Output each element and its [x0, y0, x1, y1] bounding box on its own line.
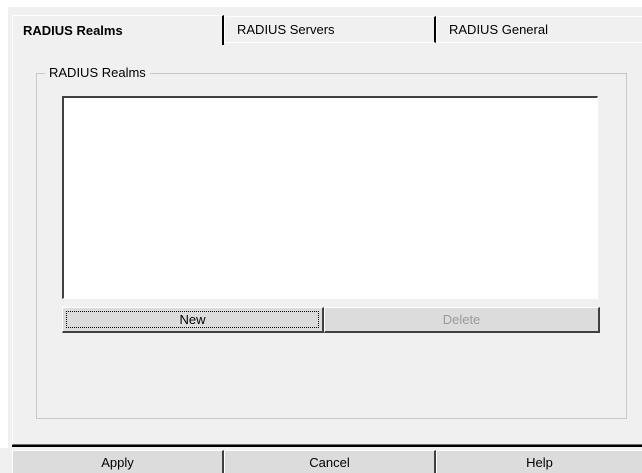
tab-label: RADIUS Realms: [23, 23, 123, 38]
tab-radius-general[interactable]: RADIUS General: [436, 16, 642, 43]
left-edge: [0, 0, 8, 448]
realms-listbox[interactable]: [62, 96, 598, 299]
tab-radius-servers[interactable]: RADIUS Servers: [224, 16, 436, 43]
tab-label: RADIUS General: [449, 22, 548, 37]
apply-button[interactable]: Apply: [12, 450, 224, 473]
group-legend: RADIUS Realms: [45, 65, 150, 80]
dialog-window: RADIUS Realms RADIUS Servers RADIUS Gene…: [0, 0, 642, 473]
top-edge: [0, 0, 642, 7]
cancel-button-label: Cancel: [309, 454, 350, 470]
delete-button[interactable]: Delete: [324, 307, 600, 333]
tab-label: RADIUS Servers: [237, 22, 335, 37]
apply-button-label: Apply: [101, 454, 134, 470]
cancel-button[interactable]: Cancel: [224, 450, 436, 473]
tab-radius-realms[interactable]: RADIUS Realms: [12, 15, 224, 45]
help-button-label: Help: [526, 454, 553, 470]
new-button[interactable]: New: [62, 307, 324, 333]
focus-rect: [66, 311, 319, 328]
panel-border: [12, 445, 642, 447]
delete-button-label: Delete: [442, 312, 481, 327]
help-button[interactable]: Help: [436, 450, 642, 473]
